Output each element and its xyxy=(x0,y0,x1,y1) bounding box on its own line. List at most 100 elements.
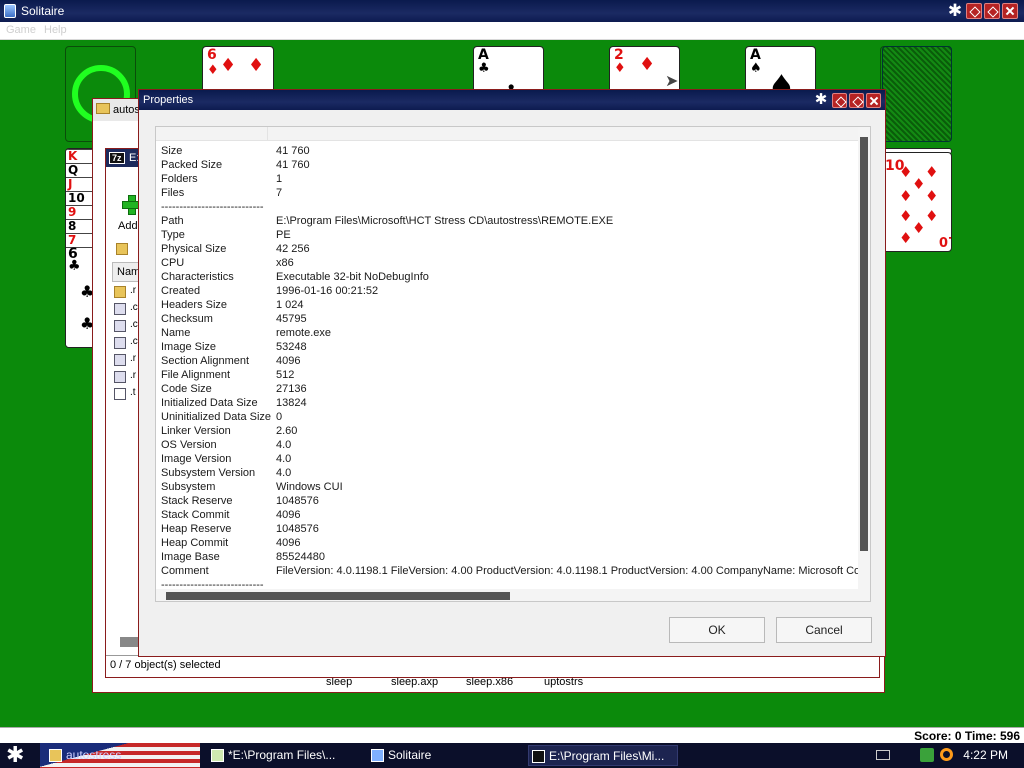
property-row[interactable]: File Alignment 512 xyxy=(156,369,860,383)
file-row[interactable]: .c xyxy=(114,319,140,333)
file-row[interactable]: .c xyxy=(114,302,140,316)
property-row[interactable]: Section Alignment 4096 xyxy=(156,355,860,369)
task-7zip[interactable]: E:\Program Files\Mi... xyxy=(528,745,678,766)
horizontal-scrollbar[interactable] xyxy=(156,589,870,601)
task-solitaire[interactable]: Solitaire xyxy=(368,745,508,766)
file-row[interactable]: .c xyxy=(114,336,140,350)
task-autostress[interactable]: autostress xyxy=(46,745,196,766)
property-row[interactable]: Headers Size 1 024 xyxy=(156,299,860,313)
minimize-button[interactable] xyxy=(832,92,847,108)
diamond-icon: ♦ xyxy=(899,229,913,247)
scroll-thumb[interactable] xyxy=(166,592,510,600)
folder-up-icon[interactable] xyxy=(116,243,128,255)
property-row[interactable]: Subsystem Windows CUI xyxy=(156,481,860,495)
file-row[interactable]: .r xyxy=(114,370,140,384)
property-row[interactable]: Image Size 53248 xyxy=(156,341,860,355)
property-row[interactable]: Characteristics Executable 32-bit NoDebug… xyxy=(156,271,860,285)
property-row[interactable]: Checksum 45795 xyxy=(156,313,860,327)
property-value: Executable 32-bit NoDebugInfo xyxy=(276,271,429,283)
diamond-icon: ♦ xyxy=(899,207,913,225)
search-icon[interactable] xyxy=(940,748,953,761)
file-row[interactable]: .r xyxy=(114,285,140,299)
diamond-icon: ♦ xyxy=(248,55,265,76)
star-icon[interactable]: ✱ xyxy=(946,2,964,19)
diamond-icon: ♦ xyxy=(207,63,219,78)
cancel-button[interactable]: Cancel xyxy=(776,617,872,643)
solitaire-titlebar[interactable]: Solitaire ✱ xyxy=(0,0,1024,22)
column-header-property[interactable] xyxy=(156,127,268,141)
property-row[interactable]: Image Base 85524480 xyxy=(156,551,860,565)
property-row[interactable]: Uninitialized Data Size 0 xyxy=(156,411,860,425)
property-row[interactable]: Packed Size 41 760 xyxy=(156,159,860,173)
property-row[interactable]: Files 7 xyxy=(156,187,860,201)
scroll-thumb[interactable] xyxy=(860,137,868,551)
property-key: Stack Commit xyxy=(161,509,230,521)
property-row[interactable]: CPU x86 xyxy=(156,257,860,271)
diamond-icon: ♦ xyxy=(912,219,926,237)
file-row[interactable]: .r xyxy=(114,353,140,367)
property-key: Heap Reserve xyxy=(161,523,232,535)
maximize-button[interactable] xyxy=(849,92,864,108)
property-row[interactable]: Stack Reserve 1048576 xyxy=(156,495,860,509)
task-notepad[interactable]: *E:\Program Files\... xyxy=(208,745,360,766)
property-key: Image Size xyxy=(161,341,217,353)
diamond-icon: ♦ xyxy=(614,61,626,76)
property-row[interactable]: Comment FileVersion: 4.0.1198.1 FileVersi… xyxy=(156,565,870,579)
list-header[interactable] xyxy=(156,127,862,141)
property-row[interactable]: Initialized Data Size 13824 xyxy=(156,397,860,411)
property-row[interactable]: Heap Commit 4096 xyxy=(156,537,860,551)
property-row[interactable]: OS Version 4.0 xyxy=(156,439,860,453)
property-row[interactable]: Subsystem Version 4.0 xyxy=(156,467,860,481)
property-key: Created xyxy=(161,285,201,297)
property-value: 41 760 xyxy=(276,159,310,171)
property-row[interactable]: Heap Reserve 1048576 xyxy=(156,523,860,537)
property-row[interactable]: Image Version 4.0 xyxy=(156,453,860,467)
file-row[interactable]: .t xyxy=(114,387,140,401)
property-row[interactable]: ---------------------------- xyxy=(156,201,860,215)
property-row[interactable]: Physical Size 42 256 xyxy=(156,243,860,257)
minimize-button[interactable] xyxy=(966,3,982,19)
menu-bar: Game Help xyxy=(0,22,1024,40)
diamond-icon: ♦ xyxy=(639,54,656,75)
properties-titlebar[interactable]: Properties ✱ xyxy=(139,90,885,110)
property-key: Section Alignment xyxy=(161,355,250,367)
network-icon[interactable] xyxy=(920,748,934,762)
club-icon: ♣ xyxy=(478,61,490,76)
property-row[interactable]: Type PE xyxy=(156,229,860,243)
card-rank: 2 xyxy=(614,47,624,63)
tableau-card-ten-diamonds[interactable]: 10 ♦ ♦ ♦ ♦ ♦ ♦ ♦ ♦ ♦ 10 xyxy=(882,152,952,252)
vertical-scrollbar[interactable] xyxy=(858,127,870,589)
property-row[interactable]: Folders 1 xyxy=(156,173,860,187)
property-key: Files xyxy=(161,187,185,199)
property-key: Headers Size xyxy=(161,299,228,311)
properties-list[interactable]: Size 41 760 Packed Size 41 760 Folders 1 Files… xyxy=(155,126,871,602)
close-button[interactable] xyxy=(866,92,881,108)
property-value: Windows CUI xyxy=(276,481,343,493)
file-icon xyxy=(114,354,126,366)
property-row[interactable]: Name remote.exe xyxy=(156,327,860,341)
diamond-icon: ♦ xyxy=(220,55,237,76)
star-icon[interactable]: ✱ xyxy=(6,744,24,766)
property-row[interactable]: Code Size 27136 xyxy=(156,383,860,397)
close-button[interactable] xyxy=(1002,3,1018,19)
properties-dialog[interactable]: Properties ✱ Size 41 760 Packed Size 41 760… xyxy=(138,89,886,657)
menu-game[interactable]: Game xyxy=(6,24,36,36)
property-key: Image Version xyxy=(161,453,232,465)
property-row[interactable]: Created 1996-01-16 00:21:52 xyxy=(156,285,860,299)
property-value: x86 xyxy=(276,257,294,269)
star-icon[interactable]: ✱ xyxy=(812,92,830,108)
card-deck[interactable] xyxy=(882,46,952,142)
property-value: FileVersion: 4.0.1198.1 FileVersion: 4.0… xyxy=(276,565,871,577)
ok-button[interactable]: OK xyxy=(669,617,765,643)
property-row[interactable]: Stack Commit 4096 xyxy=(156,509,860,523)
property-row[interactable]: Size 41 760 xyxy=(156,145,860,159)
property-row[interactable]: Path E:\Program Files\Microsoft\HCT Stres… xyxy=(156,215,860,229)
diamond-icon: ♦ xyxy=(899,163,913,181)
menu-help[interactable]: Help xyxy=(44,24,67,36)
maximize-button[interactable] xyxy=(984,3,1000,19)
solitaire-icon xyxy=(371,749,384,762)
clock[interactable]: 4:22 PM xyxy=(963,748,1008,762)
keyboard-icon[interactable] xyxy=(876,750,890,760)
property-key: Path xyxy=(161,215,184,227)
property-row[interactable]: Linker Version 2.60 xyxy=(156,425,860,439)
